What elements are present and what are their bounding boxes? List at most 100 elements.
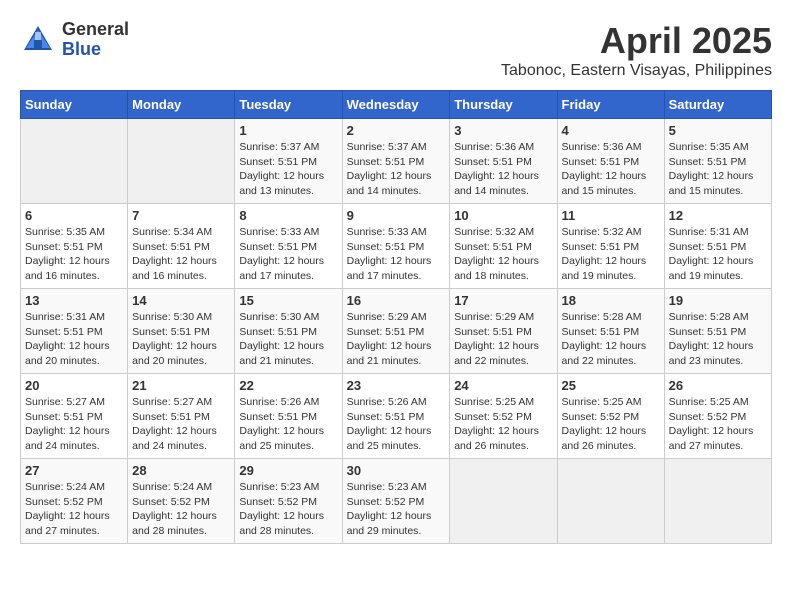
day-number: 2 [347,123,446,138]
calendar-cell: 16 Sunrise: 5:29 AM Sunset: 5:51 PM Dayli… [342,289,450,374]
calendar-cell: 8 Sunrise: 5:33 AM Sunset: 5:51 PM Daylig… [235,204,342,289]
calendar-cell: 17Sunrise: 5:29 AM Sunset: 5:51 PM Dayli… [450,289,557,374]
day-number: 5 [669,123,767,138]
calendar-cell: 24 Sunrise: 5:25 AM Sunset: 5:52 PM Dayli… [450,374,557,459]
calendar-cell: 22Sunrise: 5:26 AM Sunset: 5:51 PM Dayli… [235,374,342,459]
day-number: 16 [347,293,446,308]
logo-text: General Blue [62,20,129,60]
day-number: 28 [132,463,230,478]
calendar-cell: 14 Sunrise: 5:30 AM Sunset: 5:51 PM Dayli… [128,289,235,374]
day-number: 1 [239,123,337,138]
day-info: Sunrise: 5:34 AM Sunset: 5:51 PM Dayligh… [132,225,230,284]
calendar-cell: 13 Sunrise: 5:31 AM Sunset: 5:51 PM Dayli… [21,289,128,374]
day-number: 24 [454,378,552,393]
day-number: 8 [239,208,337,223]
day-info: Sunrise: 5:29 AM Sunset: 5:51 PM Dayligh… [347,310,446,369]
calendar-cell: 20 Sunrise: 5:27 AM Sunset: 5:51 PM Dayli… [21,374,128,459]
calendar-cell: 2 Sunrise: 5:37 AM Sunset: 5:51 PM Daylig… [342,119,450,204]
day-number: 10 [454,208,552,223]
day-info: Sunrise: 5:28 AM Sunset: 5:51 PM Dayligh… [562,310,660,369]
calendar-cell: 29 Sunrise: 5:23 AM Sunset: 5:52 PM Dayli… [235,459,342,544]
calendar-cell: 9Sunrise: 5:33 AM Sunset: 5:51 PM Daylig… [342,204,450,289]
calendar-week-row: 27 Sunrise: 5:24 AM Sunset: 5:52 PM Dayli… [21,459,772,544]
calendar-cell: 26Sunrise: 5:25 AM Sunset: 5:52 PM Dayli… [664,374,771,459]
calendar-header-row: SundayMondayTuesdayWednesdayThursdayFrid… [21,91,772,119]
day-number: 23 [347,378,446,393]
day-info: Sunrise: 5:30 AM Sunset: 5:51 PM Dayligh… [132,310,230,369]
title-block: April 2025 Tabonoc, Eastern Visayas, Phi… [501,20,772,80]
calendar-week-row: 20 Sunrise: 5:27 AM Sunset: 5:51 PM Dayli… [21,374,772,459]
calendar-cell: 10 Sunrise: 5:32 AM Sunset: 5:51 PM Dayli… [450,204,557,289]
calendar-cell: 12 Sunrise: 5:31 AM Sunset: 5:51 PM Dayli… [664,204,771,289]
day-info: Sunrise: 5:36 AM Sunset: 5:51 PM Dayligh… [454,140,552,199]
weekday-header: Tuesday [235,91,342,119]
calendar-week-row: 1 Sunrise: 5:37 AM Sunset: 5:51 PM Daylig… [21,119,772,204]
calendar-table: SundayMondayTuesdayWednesdayThursdayFrid… [20,90,772,544]
calendar-week-row: 6 Sunrise: 5:35 AM Sunset: 5:51 PM Daylig… [21,204,772,289]
day-number: 27 [25,463,123,478]
month-title: April 2025 [501,20,772,62]
day-number: 4 [562,123,660,138]
calendar-cell: 25Sunrise: 5:25 AM Sunset: 5:52 PM Dayli… [557,374,664,459]
day-number: 26 [669,378,767,393]
day-info: Sunrise: 5:37 AM Sunset: 5:51 PM Dayligh… [347,140,446,199]
calendar-cell: 21 Sunrise: 5:27 AM Sunset: 5:51 PM Dayli… [128,374,235,459]
day-info: Sunrise: 5:24 AM Sunset: 5:52 PM Dayligh… [25,480,123,539]
calendar-cell: 18 Sunrise: 5:28 AM Sunset: 5:51 PM Dayli… [557,289,664,374]
calendar-cell: 11 Sunrise: 5:32 AM Sunset: 5:51 PM Dayli… [557,204,664,289]
day-number: 25 [562,378,660,393]
day-info: Sunrise: 5:25 AM Sunset: 5:52 PM Dayligh… [454,395,552,454]
calendar-cell: 1Sunrise: 5:37 AM Sunset: 5:51 PM Daylig… [235,119,342,204]
calendar-cell: 27 Sunrise: 5:24 AM Sunset: 5:52 PM Dayli… [21,459,128,544]
logo-blue: Blue [62,40,129,60]
day-number: 9 [347,208,446,223]
day-number: 19 [669,293,767,308]
calendar-cell: 15Sunrise: 5:30 AM Sunset: 5:51 PM Dayli… [235,289,342,374]
day-number: 17 [454,293,552,308]
calendar-cell: 5Sunrise: 5:35 AM Sunset: 5:51 PM Daylig… [664,119,771,204]
day-number: 18 [562,293,660,308]
day-number: 12 [669,208,767,223]
calendar-cell [21,119,128,204]
day-info: Sunrise: 5:31 AM Sunset: 5:51 PM Dayligh… [669,225,767,284]
calendar-cell: 19 Sunrise: 5:28 AM Sunset: 5:51 PM Dayli… [664,289,771,374]
day-info: Sunrise: 5:32 AM Sunset: 5:51 PM Dayligh… [454,225,552,284]
day-number: 3 [454,123,552,138]
day-number: 11 [562,208,660,223]
day-info: Sunrise: 5:23 AM Sunset: 5:52 PM Dayligh… [347,480,446,539]
calendar-cell [557,459,664,544]
day-number: 30 [347,463,446,478]
calendar-cell: 3 Sunrise: 5:36 AM Sunset: 5:51 PM Daylig… [450,119,557,204]
page-header: General Blue April 2025 Tabonoc, Eastern… [20,20,772,80]
calendar-cell [450,459,557,544]
day-info: Sunrise: 5:27 AM Sunset: 5:51 PM Dayligh… [25,395,123,454]
calendar-cell: 7Sunrise: 5:34 AM Sunset: 5:51 PM Daylig… [128,204,235,289]
calendar-cell: 23Sunrise: 5:26 AM Sunset: 5:51 PM Dayli… [342,374,450,459]
weekday-header: Sunday [21,91,128,119]
day-info: Sunrise: 5:23 AM Sunset: 5:52 PM Dayligh… [239,480,337,539]
day-number: 13 [25,293,123,308]
day-number: 20 [25,378,123,393]
logo-general: General [62,20,129,40]
day-number: 21 [132,378,230,393]
day-number: 14 [132,293,230,308]
day-info: Sunrise: 5:35 AM Sunset: 5:51 PM Dayligh… [25,225,123,284]
calendar-cell: 30 Sunrise: 5:23 AM Sunset: 5:52 PM Dayli… [342,459,450,544]
logo: General Blue [20,20,129,60]
day-info: Sunrise: 5:30 AM Sunset: 5:51 PM Dayligh… [239,310,337,369]
day-info: Sunrise: 5:32 AM Sunset: 5:51 PM Dayligh… [562,225,660,284]
calendar-cell: 4Sunrise: 5:36 AM Sunset: 5:51 PM Daylig… [557,119,664,204]
day-number: 6 [25,208,123,223]
location-title: Tabonoc, Eastern Visayas, Philippines [501,62,772,80]
day-number: 22 [239,378,337,393]
day-info: Sunrise: 5:27 AM Sunset: 5:51 PM Dayligh… [132,395,230,454]
weekday-header: Thursday [450,91,557,119]
day-number: 29 [239,463,337,478]
weekday-header: Monday [128,91,235,119]
day-info: Sunrise: 5:31 AM Sunset: 5:51 PM Dayligh… [25,310,123,369]
day-info: Sunrise: 5:33 AM Sunset: 5:51 PM Dayligh… [239,225,337,284]
calendar-cell [664,459,771,544]
weekday-header: Saturday [664,91,771,119]
day-info: Sunrise: 5:28 AM Sunset: 5:51 PM Dayligh… [669,310,767,369]
day-info: Sunrise: 5:24 AM Sunset: 5:52 PM Dayligh… [132,480,230,539]
